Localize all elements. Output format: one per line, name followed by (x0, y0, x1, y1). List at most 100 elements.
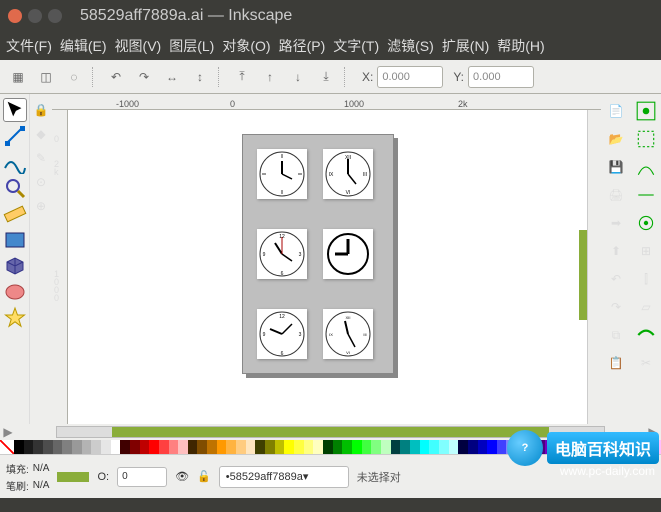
save-icon[interactable]: 💾 (605, 156, 627, 178)
lock-icon[interactable]: 🔒 (29, 98, 53, 122)
lower-bottom-icon[interactable]: ⤓ (314, 65, 338, 89)
undo-icon[interactable]: ↶ (605, 268, 627, 290)
open-icon[interactable]: 📂 (605, 128, 627, 150)
opacity-field[interactable]: 0 (117, 467, 167, 487)
ellipse-tool-icon[interactable] (3, 280, 27, 304)
snap-page-icon[interactable]: ▱ (635, 296, 657, 318)
color-swatch[interactable] (188, 440, 198, 454)
layer-selector[interactable]: •58529aff7889a ▾ (219, 466, 349, 488)
print-icon[interactable]: 🖨 (605, 184, 627, 206)
new-doc-icon[interactable]: 📄 (605, 100, 627, 122)
raise-top-icon[interactable]: ⤒ (230, 65, 254, 89)
menu-edit[interactable]: 编辑(E) (60, 36, 107, 56)
snap-center-icon[interactable] (635, 212, 657, 234)
rotate-ccw-icon[interactable]: ↶ (104, 65, 128, 89)
color-swatch[interactable] (497, 440, 507, 454)
color-swatch[interactable] (72, 440, 82, 454)
color-swatch[interactable] (275, 440, 285, 454)
no-color-swatch[interactable] (0, 440, 14, 454)
horizontal-scrollbar-thumb[interactable] (112, 427, 550, 437)
node-tool-icon[interactable] (3, 124, 27, 148)
color-swatch[interactable] (323, 440, 333, 454)
color-swatch[interactable] (82, 440, 92, 454)
snap-path-icon[interactable] (635, 184, 657, 206)
color-swatch[interactable] (236, 440, 246, 454)
deselect-icon[interactable]: ◌ (62, 65, 86, 89)
color-swatch[interactable] (169, 440, 179, 454)
snap-grid-icon[interactable]: ⊞ (635, 240, 657, 262)
selector-tool-icon[interactable] (3, 98, 27, 122)
color-swatch[interactable] (246, 440, 256, 454)
color-swatch[interactable] (43, 440, 53, 454)
color-swatch[interactable] (24, 440, 34, 454)
menu-file[interactable]: 文件(F) (6, 36, 52, 56)
menu-object[interactable]: 对象(O) (222, 36, 270, 56)
color-swatch[interactable] (33, 440, 43, 454)
color-swatch[interactable] (439, 440, 449, 454)
menu-help[interactable]: 帮助(H) (497, 36, 544, 56)
tweak-tool-icon[interactable] (3, 150, 27, 174)
color-swatch[interactable] (284, 440, 294, 454)
color-swatch[interactable] (371, 440, 381, 454)
visibility-icon[interactable]: 👁 (175, 470, 189, 483)
lower-icon[interactable]: ↓ (286, 65, 310, 89)
window-maximize-icon[interactable] (48, 9, 62, 23)
color-swatch[interactable] (362, 440, 372, 454)
color-swatch[interactable] (53, 440, 63, 454)
3dbox-tool-icon[interactable] (3, 254, 27, 278)
scroll-left-icon[interactable]: ▶ (0, 425, 16, 439)
color-swatch[interactable] (313, 440, 323, 454)
flip-h-icon[interactable]: ↔ (160, 65, 184, 89)
snap-guide-icon[interactable]: ⫿ (635, 268, 657, 290)
color-swatch[interactable] (458, 440, 468, 454)
color-swatch[interactable] (197, 440, 207, 454)
color-swatch[interactable] (468, 440, 478, 454)
snap-intersection-icon[interactable]: ⊕ (29, 194, 53, 218)
snap-enable-icon[interactable] (635, 100, 657, 122)
color-swatch[interactable] (342, 440, 352, 454)
vertical-scrollbar-thumb[interactable] (579, 230, 587, 320)
menu-view[interactable]: 视图(V) (115, 36, 162, 56)
flip-v-icon[interactable]: ↕ (188, 65, 212, 89)
layer-lock-icon[interactable]: 🔓 (197, 470, 211, 483)
color-swatch[interactable] (400, 440, 410, 454)
color-swatch[interactable] (420, 440, 430, 454)
menu-text[interactable]: 文字(T) (333, 36, 379, 56)
snap-bezier-icon[interactable]: ✎ (29, 146, 53, 170)
color-swatch[interactable] (101, 440, 111, 454)
color-swatch[interactable] (410, 440, 420, 454)
color-swatch[interactable] (120, 440, 130, 454)
select-all-layers-icon[interactable]: ▦ (6, 65, 30, 89)
select-all-icon[interactable]: ◫ (34, 65, 58, 89)
snap-node-icon[interactable]: ◆ (29, 122, 53, 146)
color-swatch[interactable] (130, 440, 140, 454)
color-swatch[interactable] (391, 440, 401, 454)
color-swatch[interactable] (159, 440, 169, 454)
color-swatch[interactable] (226, 440, 236, 454)
snap-bbox-icon[interactable] (635, 128, 657, 150)
export-icon[interactable]: ⬆ (605, 240, 627, 262)
zoom-tool-icon[interactable] (3, 176, 27, 200)
color-swatch[interactable] (478, 440, 488, 454)
color-swatch[interactable] (217, 440, 227, 454)
color-swatch[interactable] (487, 440, 497, 454)
window-close-icon[interactable] (8, 9, 22, 23)
color-swatch[interactable] (429, 440, 439, 454)
color-swatch[interactable] (14, 440, 24, 454)
rotate-cw-icon[interactable]: ↷ (132, 65, 156, 89)
window-minimize-icon[interactable] (28, 9, 42, 23)
color-swatch[interactable] (178, 440, 188, 454)
canvas[interactable]: XIIIIIVIIX 12369 12369 XIIIIIVIIX (68, 110, 587, 424)
y-field[interactable]: 0.000 (468, 66, 534, 88)
fill-sample[interactable] (57, 472, 89, 482)
menu-filter[interactable]: 滤镜(S) (387, 36, 434, 56)
snap-midpoint-icon[interactable]: ⊙ (29, 170, 53, 194)
copy-icon[interactable]: ⧉ (605, 324, 627, 346)
color-swatch[interactable] (294, 440, 304, 454)
color-swatch[interactable] (381, 440, 391, 454)
color-swatch[interactable] (352, 440, 362, 454)
paste-icon[interactable]: 📋 (605, 352, 627, 374)
snap-nodes-icon[interactable] (635, 156, 657, 178)
color-swatch[interactable] (449, 440, 459, 454)
color-swatch[interactable] (111, 440, 121, 454)
